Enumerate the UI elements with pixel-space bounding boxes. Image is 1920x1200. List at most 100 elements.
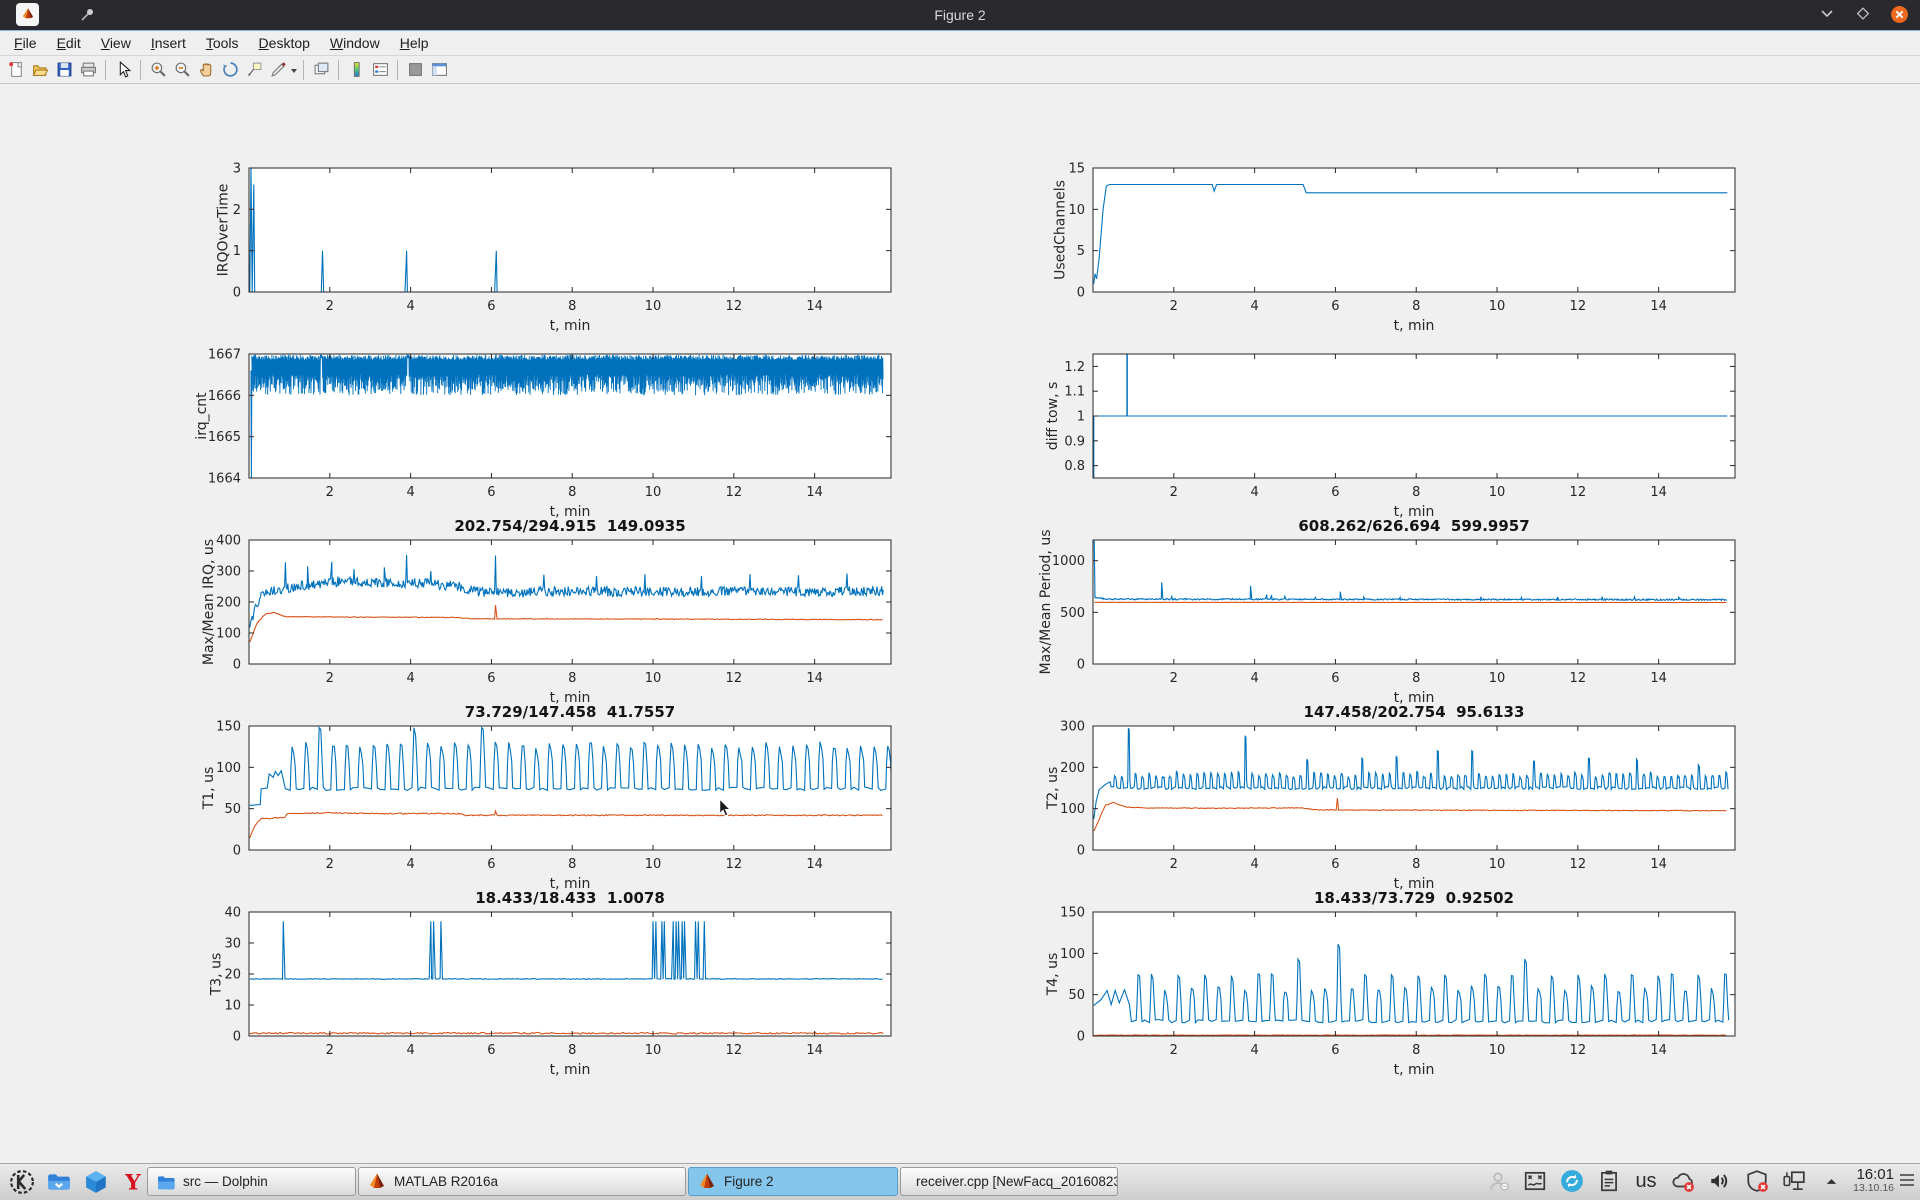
panel-menu-icon[interactable] xyxy=(1898,1173,1916,1192)
file-manager-icon[interactable] xyxy=(45,1168,73,1196)
network-icon[interactable] xyxy=(1781,1168,1807,1194)
subplot-t3[interactable]: 246810121401020304018.433/18.433 1.0078t… xyxy=(169,882,913,1082)
x-tick-label: 12 xyxy=(726,1043,743,1058)
menu-item-edit[interactable]: Edit xyxy=(47,33,91,53)
subplot-irq-cnt[interactable]: 24681012141664166516661667t, minirq_cnt xyxy=(169,324,913,524)
x-tick-label: 10 xyxy=(645,671,662,686)
tray-expand-icon[interactable] xyxy=(1818,1168,1844,1194)
minimize-button[interactable] xyxy=(1816,3,1838,25)
y-tick-label: 200 xyxy=(1060,761,1085,776)
x-tick-label: 2 xyxy=(326,857,334,872)
x-tick-label: 14 xyxy=(806,857,823,872)
kde-menu-icon[interactable] xyxy=(8,1168,36,1196)
x-tick-label: 12 xyxy=(1570,1043,1587,1058)
menu-item-insert[interactable]: Insert xyxy=(141,33,196,53)
series-orange xyxy=(1094,1035,1726,1036)
clipboard-icon[interactable] xyxy=(1596,1168,1622,1194)
menu-item-view[interactable]: View xyxy=(91,33,141,53)
menu-item-file[interactable]: File xyxy=(4,33,47,53)
yandex-browser-icon[interactable]: Y xyxy=(119,1168,147,1196)
subplot-t4[interactable]: 246810121405010015018.433/73.729 0.92502… xyxy=(1013,882,1757,1082)
x-axis-label: t, min xyxy=(550,1062,591,1078)
x-tick-label: 8 xyxy=(568,485,576,500)
y-tick-label: 1665 xyxy=(208,430,241,445)
x-tick-label: 8 xyxy=(1412,671,1420,686)
subplot-t1[interactable]: 246810121405010015073.729/147.458 41.755… xyxy=(169,696,913,896)
menu-item-help[interactable]: Help xyxy=(390,33,439,53)
x-tick-label: 2 xyxy=(326,485,334,500)
taskbar: Y src — DolphinMATLAB R2016aFigure 2Qtre… xyxy=(0,1163,1920,1200)
maximize-button[interactable] xyxy=(1852,3,1874,25)
edit-plot-icon[interactable] xyxy=(111,58,135,82)
x-tick-label: 14 xyxy=(1650,857,1667,872)
taskbar-clock[interactable]: 16:01 13.10.16 xyxy=(1853,1167,1894,1194)
task-label: receiver.cpp [NewFacq_20160823] - xyxy=(916,1174,1118,1189)
y-tick-label: 2 xyxy=(233,203,241,218)
menu-item-tools[interactable]: Tools xyxy=(196,33,249,53)
y-tick-label: 20 xyxy=(224,968,241,983)
task-button-3[interactable]: Figure 2 xyxy=(688,1167,898,1196)
system-tray: us xyxy=(1485,1168,1844,1194)
x-tick-label: 6 xyxy=(487,299,495,314)
data-cursor-icon[interactable] xyxy=(242,58,266,82)
menu-item-window[interactable]: Window xyxy=(320,33,390,53)
x-tick-label: 8 xyxy=(568,671,576,686)
subplot-diff-tow[interactable]: 24681012140.80.911.11.2t, mindiff tow, s xyxy=(1013,324,1757,524)
link-plot-icon[interactable] xyxy=(309,58,333,82)
task-button-4[interactable]: Qtreceiver.cpp [NewFacq_20160823] - xyxy=(900,1167,1118,1196)
close-button[interactable] xyxy=(1888,3,1910,25)
y-tick-label: 150 xyxy=(1060,906,1085,921)
zoom-in-icon[interactable] xyxy=(146,58,170,82)
y-tick-label: 10 xyxy=(224,999,241,1014)
clock-time: 16:01 xyxy=(1853,1167,1894,1183)
y-tick-label: 0 xyxy=(233,658,241,673)
y-tick-label: 10 xyxy=(1068,203,1085,218)
x-tick-label: 2 xyxy=(1170,1043,1178,1058)
x-tick-label: 8 xyxy=(1412,485,1420,500)
x-tick-label: 14 xyxy=(806,671,823,686)
y-tick-label: 0.8 xyxy=(1064,459,1085,474)
sync-icon[interactable] xyxy=(1559,1168,1585,1194)
show-plot-tools-icon[interactable] xyxy=(427,58,451,82)
print-figure-icon[interactable] xyxy=(76,58,100,82)
x-tick-label: 6 xyxy=(487,857,495,872)
subplot-max-mean-irq[interactable]: 24681012140100200300400202.754/294.915 1… xyxy=(169,510,913,710)
hide-plot-tools-icon[interactable] xyxy=(403,58,427,82)
keyboard-layout-icon[interactable]: us xyxy=(1633,1168,1659,1194)
subplot-t2[interactable]: 24681012140100200300147.458/202.754 95.6… xyxy=(1013,696,1757,896)
subplot-used-channels[interactable]: 2468101214051015t, minUsedChannels xyxy=(1013,138,1757,338)
volume-icon[interactable] xyxy=(1707,1168,1733,1194)
insert-colorbar-icon[interactable] xyxy=(344,58,368,82)
brush-icon[interactable] xyxy=(266,58,290,82)
y-tick-label: 1666 xyxy=(208,389,241,404)
zoom-out-icon[interactable] xyxy=(170,58,194,82)
rotate-3d-icon[interactable] xyxy=(218,58,242,82)
x-tick-label: 6 xyxy=(1331,857,1339,872)
pan-icon[interactable] xyxy=(194,58,218,82)
cube-app-icon[interactable] xyxy=(82,1168,110,1196)
insert-legend-icon[interactable] xyxy=(368,58,392,82)
y-tick-label: 100 xyxy=(1060,947,1085,962)
y-axis-label: T2, us xyxy=(1045,767,1061,811)
open-file-icon[interactable] xyxy=(28,58,52,82)
menu-item-desktop[interactable]: Desktop xyxy=(249,33,320,53)
brush-dropdown-icon[interactable] xyxy=(290,61,298,79)
x-tick-label: 14 xyxy=(1650,299,1667,314)
y-tick-label: 0 xyxy=(1077,658,1085,673)
screen-layout-icon[interactable] xyxy=(1522,1168,1548,1194)
y-tick-label: 30 xyxy=(224,937,241,952)
y-axis-label: T1, us xyxy=(201,767,217,811)
subplot-max-mean-period[interactable]: 246810121405001000608.262/626.694 599.99… xyxy=(1013,510,1757,710)
task-button-2[interactable]: MATLAB R2016a xyxy=(358,1167,686,1196)
new-figure-icon[interactable] xyxy=(4,58,28,82)
plot-title: 18.433/73.729 0.92502 xyxy=(1314,889,1514,907)
subplot-irq-over-time[interactable]: 24681012140123t, minIRQOverTime xyxy=(169,138,913,338)
shield-warning-icon[interactable] xyxy=(1744,1168,1770,1194)
x-tick-label: 12 xyxy=(1570,671,1587,686)
user-icon[interactable] xyxy=(1485,1168,1511,1194)
y-tick-label: 1664 xyxy=(208,472,241,487)
window-titlebar: Figure 2 xyxy=(0,0,1920,31)
save-figure-icon[interactable] xyxy=(52,58,76,82)
cloud-offline-icon[interactable] xyxy=(1670,1168,1696,1194)
task-button-1[interactable]: src — Dolphin xyxy=(147,1167,356,1196)
